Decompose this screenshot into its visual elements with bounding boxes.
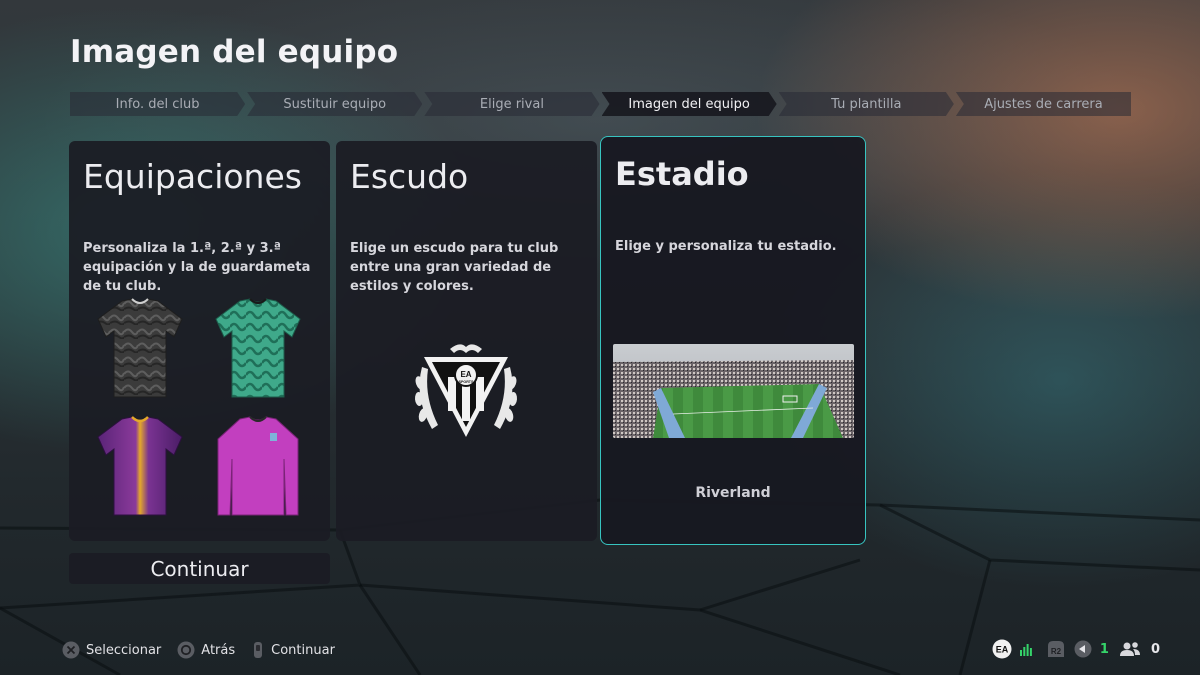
status-bar: EA R2 1 0 <box>984 638 1160 660</box>
goalkeeper-kit-image <box>217 416 299 516</box>
hint-select-label: Seleccionar <box>86 642 162 658</box>
step-your-squad[interactable]: Tu plantilla <box>779 92 954 116</box>
stadium-name: Riverland <box>695 485 771 501</box>
stadium-card-description: Elige y personaliza tu estadio. <box>615 239 837 254</box>
hint-back-label: Atrás <box>201 642 236 658</box>
kits-card-title: Equipaciones <box>83 157 302 196</box>
circle-button-icon <box>177 641 195 659</box>
third-kit-image <box>97 416 183 516</box>
signal-bars-icon <box>1019 644 1032 656</box>
stadium-preview-image <box>613 344 854 438</box>
svg-text:EA: EA <box>996 645 1009 655</box>
friends-icon[interactable] <box>1119 641 1141 657</box>
notification-icon[interactable] <box>1074 640 1092 658</box>
step-replace-team[interactable]: Sustituir equipo <box>247 92 422 116</box>
cross-button-icon <box>62 641 80 659</box>
home-kit-image <box>97 298 183 398</box>
r2-label: R2 <box>1051 647 1062 656</box>
crest-card-description: Elige un escudo para tu club entre una g… <box>350 241 559 294</box>
step-choose-rival[interactable]: Elige rival <box>424 92 599 116</box>
crest-card-title: Escudo <box>350 157 469 196</box>
progress-stepper: Info. del club Sustituir equipo Elige ri… <box>70 92 1132 116</box>
hint-back[interactable]: Atrás <box>177 641 235 659</box>
kits-card-description: Personaliza la 1.ª, 2.ª y 3.ª equipación… <box>83 241 311 294</box>
crest-card[interactable]: Escudo Elige un escudo para tu club entr… <box>336 141 597 541</box>
hint-continue-label: Continuar <box>271 642 335 658</box>
r2-button-icon: R2 <box>1047 641 1064 657</box>
ea-logo-icon: EA <box>992 639 1012 659</box>
away-kit-image <box>215 298 301 398</box>
stadium-card-title: Estadio <box>615 155 749 193</box>
svg-text:SPORTS: SPORTS <box>459 380 474 384</box>
stadium-card[interactable]: Estadio Elige y personaliza tu estadio. <box>600 136 866 545</box>
page-title: Imagen del equipo <box>70 34 399 70</box>
step-career-settings[interactable]: Ajustes de carrera <box>955 92 1132 116</box>
svg-text:EA: EA <box>460 370 471 379</box>
green-count: 1 <box>1099 641 1109 657</box>
kits-card[interactable]: Equipaciones Personaliza la 1.ª, 2.ª y 3… <box>69 141 330 541</box>
controller-hints: Seleccionar Atrás Continuar <box>62 641 351 659</box>
hint-continue[interactable]: Continuar <box>251 641 335 659</box>
step-club-info[interactable]: Info. del club <box>70 92 245 116</box>
continue-button[interactable]: Continuar <box>69 553 330 584</box>
hint-select[interactable]: Seleccionar <box>62 641 161 659</box>
step-team-image[interactable]: Imagen del equipo <box>602 92 777 116</box>
club-crest-image: EA SPORTS <box>414 344 518 437</box>
friends-count: 0 <box>1150 641 1160 657</box>
touchpad-button-icon <box>254 642 263 658</box>
